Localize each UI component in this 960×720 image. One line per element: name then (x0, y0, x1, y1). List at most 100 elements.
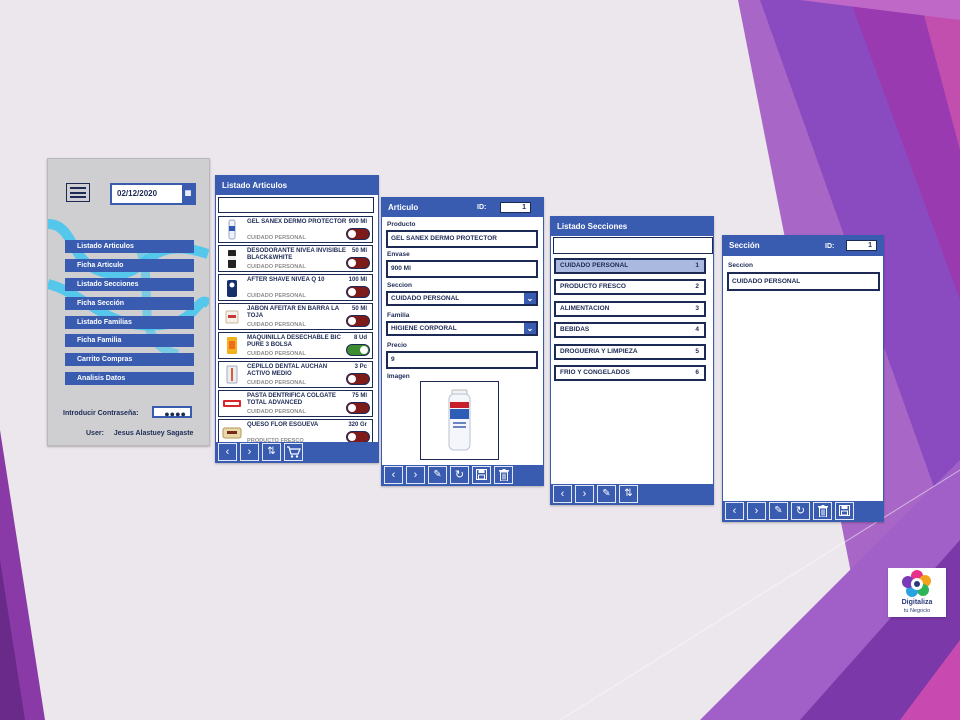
item-quantity: 50 Ml (351, 248, 367, 254)
active-toggle[interactable] (346, 373, 370, 385)
user-name: Jesus Alastuey Sagaste (113, 430, 194, 437)
producto-field[interactable]: GEL SANEX DERMO PROTECTOR (386, 230, 538, 248)
active-toggle[interactable] (346, 257, 370, 269)
item-category: CUIDADO PERSONAL (247, 322, 306, 328)
active-toggle[interactable] (346, 315, 370, 327)
hamburger-menu-icon[interactable] (66, 183, 90, 202)
product-image (223, 400, 241, 407)
save-icon[interactable] (835, 502, 854, 520)
pencil-icon[interactable]: ✎ (428, 466, 447, 484)
list-item[interactable]: JABON AFEITAR EN BARRA LA TOJA CUIDADO P… (218, 303, 373, 330)
product-image (227, 280, 237, 297)
menu-item-ficha-articulo[interactable]: Ficha Articulo (65, 258, 194, 272)
search-input[interactable] (553, 237, 713, 254)
chevron-right-icon[interactable]: › (575, 485, 594, 503)
active-toggle[interactable] (346, 286, 370, 298)
menu-item-analisis-datos[interactable]: Analisis Datos (65, 372, 194, 386)
envase-field[interactable]: 900 Ml (386, 260, 538, 278)
chevron-down-icon[interactable]: ⌄ (524, 293, 536, 304)
menu-item-ficha-seccion[interactable]: Ficha Sección (65, 296, 194, 310)
chevron-right-icon[interactable]: › (747, 502, 766, 520)
list-item[interactable]: DESODORANTE NIVEA INVISIBLE BLACK&WHITE … (218, 245, 373, 272)
articles-toolbar: ‹ › ⇅ (216, 442, 378, 462)
list-item[interactable]: BEBIDAS 4 (554, 322, 706, 339)
list-item[interactable]: DROGUERIA Y LIMPIEZA 5 (554, 343, 706, 360)
main-menu-screen: 02/12/2020 ▦ Listado Articulos Ficha Art… (47, 158, 210, 446)
sort-icon[interactable]: ⇅ (262, 443, 281, 461)
item-quantity: 8 Ud (353, 335, 367, 341)
list-item[interactable]: FRIO Y CONGELADOS 6 (554, 364, 706, 381)
item-name: PASTA DENTRIFICA COLGATE TOTAL ADVANCED (247, 392, 336, 406)
logo-flower-icon (902, 570, 931, 597)
seccion-select[interactable]: CUIDADO PERSONAL ⌄ (386, 291, 538, 306)
sections-list-screen: Listado Secciones CUIDADO PERSONAL 1 PROD… (550, 216, 714, 505)
seccion-value: CUIDADO PERSONAL (391, 295, 460, 302)
list-item[interactable]: GEL SANEX DERMO PROTECTOR CUIDADO PERSON… (218, 216, 373, 243)
list-item[interactable]: MAQUINILLA DESECHABLE BIC PURE 3 BOLSA C… (218, 332, 373, 359)
chevron-left-icon[interactable]: ‹ (553, 485, 572, 503)
refresh-icon[interactable]: ↻ (450, 466, 469, 484)
sections-toolbar: ‹ › ✎ ⇅ (551, 484, 713, 504)
trash-icon[interactable] (494, 466, 513, 484)
section-id: 3 (695, 304, 699, 312)
active-toggle[interactable] (346, 228, 370, 240)
product-image (227, 337, 237, 354)
list-item[interactable]: PRODUCTO FRESCO 2 (554, 279, 706, 296)
item-category: CUIDADO PERSONAL (247, 293, 306, 299)
seccion-label: Seccion (728, 262, 753, 269)
product-image (222, 427, 242, 439)
trash-icon[interactable] (813, 502, 832, 520)
item-name: CEPILLO DENTAL AUCHAN ACTIVO MEDIO (247, 363, 328, 377)
chevron-down-icon[interactable]: ⌄ (524, 323, 536, 334)
password-field[interactable]: ●●●● (152, 406, 192, 419)
list-item[interactable]: PASTA DENTRIFICA COLGATE TOTAL ADVANCED … (218, 390, 373, 417)
chevron-right-icon[interactable]: › (406, 466, 425, 484)
item-quantity: 75 Ml (351, 393, 367, 399)
menu-item-listado-secciones[interactable]: Listado Secciones (65, 277, 194, 291)
precio-field[interactable]: 9 (386, 351, 538, 369)
menu-item-ficha-familia[interactable]: Ficha Familia (65, 334, 194, 348)
chevron-left-icon[interactable]: ‹ (218, 443, 237, 461)
pencil-icon[interactable]: ✎ (597, 485, 616, 503)
list-item[interactable]: CUIDADO PERSONAL 1 (554, 258, 706, 274)
articles-list-screen: Listado Articulos GEL SANEX DERMO PROTEC… (215, 175, 379, 463)
list-item[interactable]: AFTER SHAVE NIVEA Q 10 CUIDADO PERSONAL … (218, 274, 373, 301)
id-field[interactable]: 1 (846, 240, 877, 251)
chevron-left-icon[interactable]: ‹ (725, 502, 744, 520)
familia-label: Familia (387, 312, 410, 319)
menu-item-carrito-compras[interactable]: Carrito Compras (65, 353, 194, 367)
product-image-box[interactable] (420, 381, 499, 460)
active-toggle[interactable] (346, 344, 370, 356)
section-id: 4 (695, 326, 699, 334)
seccion-field[interactable]: CUIDADO PERSONAL (727, 272, 880, 291)
familia-select[interactable]: HIGIENE CORPORAL ⌄ (386, 321, 538, 336)
cart-icon[interactable] (284, 443, 303, 461)
section-id: 1 (695, 262, 699, 269)
product-image (228, 250, 236, 268)
item-name: AFTER SHAVE NIVEA Q 10 (247, 276, 325, 283)
chevron-right-icon[interactable]: › (240, 443, 259, 461)
id-field[interactable]: 1 (500, 202, 531, 213)
date-picker[interactable]: 02/12/2020 ▦ (110, 183, 196, 205)
chevron-left-icon[interactable]: ‹ (384, 466, 403, 484)
section-name: CUIDADO PERSONAL (560, 262, 629, 269)
search-input[interactable] (218, 197, 374, 213)
section-name: DROGUERIA Y LIMPIEZA (560, 347, 638, 355)
section-name: FRIO Y CONGELADOS (560, 368, 630, 376)
menu-item-listado-familias[interactable]: Listado Familias (65, 315, 194, 329)
articles-list-title: Listado Articulos (216, 176, 378, 195)
logo-text: Digitaliza (901, 599, 933, 606)
articles-list: GEL SANEX DERMO PROTECTOR CUIDADO PERSON… (218, 216, 373, 448)
sort-icon[interactable]: ⇅ (619, 485, 638, 503)
refresh-icon[interactable]: ↻ (791, 502, 810, 520)
item-quantity: 100 Ml (348, 277, 367, 283)
list-item[interactable]: ALIMENTACION 3 (554, 300, 706, 317)
calendar-icon[interactable]: ▦ (182, 185, 194, 203)
pencil-icon[interactable]: ✎ (769, 502, 788, 520)
active-toggle[interactable] (346, 402, 370, 414)
list-item[interactable]: CEPILLO DENTAL AUCHAN ACTIVO MEDIO CUIDA… (218, 361, 373, 388)
product-image (226, 365, 238, 384)
menu-item-listado-articulos[interactable]: Listado Articulos (65, 240, 194, 253)
save-icon[interactable] (472, 466, 491, 484)
section-name: PRODUCTO FRESCO (560, 283, 626, 291)
